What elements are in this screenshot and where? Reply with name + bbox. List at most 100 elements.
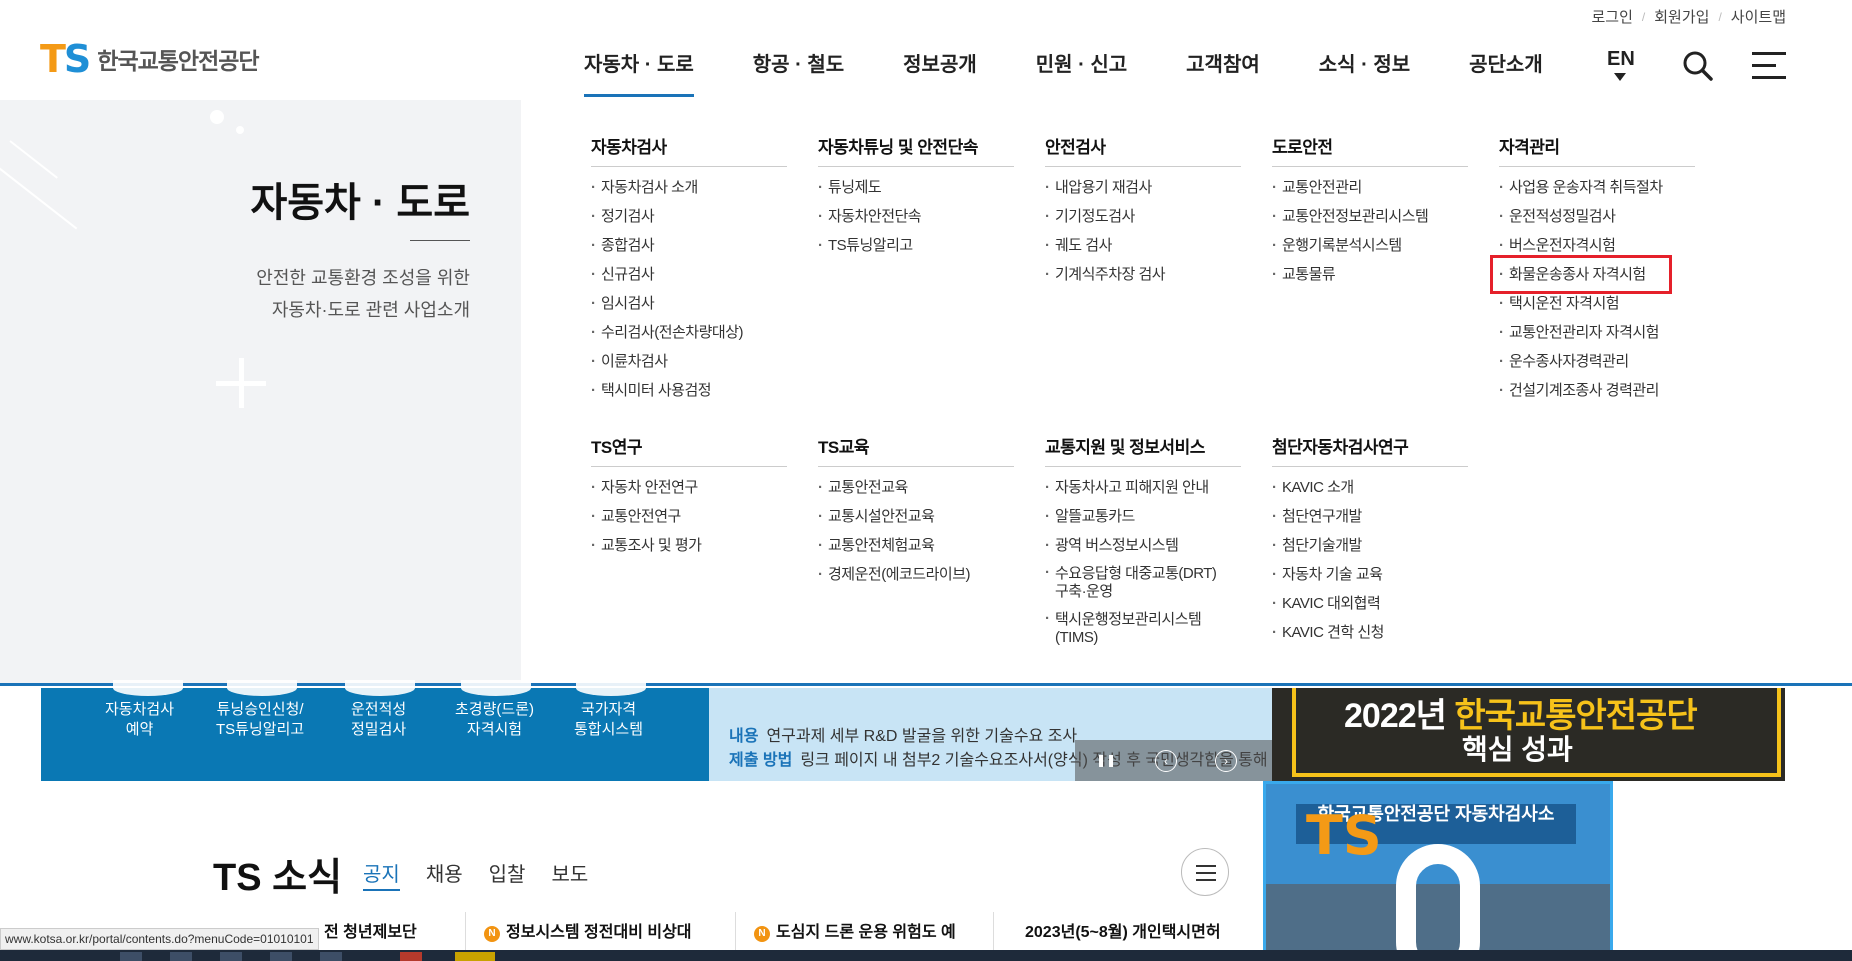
menu-column-heading[interactable]: 안전검사 bbox=[1045, 133, 1241, 167]
tab-recruit[interactable]: 채용 bbox=[426, 858, 463, 891]
news-item[interactable]: N 정보시스템 정전대비 비상대 bbox=[484, 918, 692, 942]
signup-link[interactable]: 회원가입 bbox=[1654, 6, 1709, 27]
menu-item[interactable]: 내압용기 재검사 bbox=[1045, 173, 1241, 202]
menu-column-heading[interactable]: 첨단자동차검사연구 bbox=[1272, 433, 1468, 467]
quick-link-drone-exam[interactable]: 초경량(드론) 자격시험 bbox=[455, 700, 534, 740]
news-tabs: 공지 채용 입찰 보도 bbox=[363, 858, 614, 891]
menu-column-heading[interactable]: 자동차튜닝 및 안전단속 bbox=[818, 133, 1014, 167]
menu-item[interactable]: 건설기계조종사 경력관리 bbox=[1499, 376, 1695, 405]
gnb-item-info-disclosure[interactable]: 정보공개 bbox=[903, 48, 977, 97]
pause-icon[interactable]: ❚❚ bbox=[1095, 750, 1117, 772]
menu-item[interactable]: 자동차 안전연구 bbox=[591, 473, 787, 502]
taskbar-app-icon[interactable] bbox=[270, 952, 292, 961]
menu-item[interactable]: 자동차사고 피해지원 안내 bbox=[1045, 473, 1241, 502]
taskbar-app-icon[interactable] bbox=[220, 952, 242, 961]
menu-item[interactable]: 교통안전관리 bbox=[1272, 173, 1468, 202]
news-item[interactable]: N 도심지 드론 운용 위험도 예 bbox=[754, 918, 956, 942]
promo-photo[interactable]: 한국교통안전공단 자동차검사소 TS bbox=[1263, 781, 1613, 961]
menu-item[interactable]: 운수종사자경력관리 bbox=[1499, 347, 1695, 376]
menu-item[interactable]: 튜닝제도 bbox=[818, 173, 1014, 202]
tab-bid[interactable]: 입찰 bbox=[489, 858, 526, 891]
quick-link-inspection-booking[interactable]: 자동차검사 예약 bbox=[105, 700, 174, 740]
prev-arrow-icon[interactable]: ‹ bbox=[1155, 750, 1177, 772]
menu-item[interactable]: 궤도 검사 bbox=[1045, 231, 1241, 260]
taskbar-app-icon[interactable] bbox=[170, 952, 192, 961]
menu-item[interactable]: 이륜차검사 bbox=[591, 347, 787, 376]
menu-column-heading[interactable]: 자동차검사 bbox=[591, 133, 787, 167]
gnb-item-about[interactable]: 공단소개 bbox=[1469, 48, 1543, 97]
menu-item[interactable]: 운전적성정밀검사 bbox=[1499, 202, 1695, 231]
menu-item[interactable]: 교통시설안전교육 bbox=[818, 502, 1014, 531]
menu-item[interactable]: 운행기록분석시스템 bbox=[1272, 231, 1468, 260]
menu-item[interactable]: 택시미터 사용검정 bbox=[591, 376, 787, 405]
menu-item[interactable]: 첨단연구개발 bbox=[1272, 502, 1468, 531]
tab-notice[interactable]: 공지 bbox=[363, 858, 400, 891]
menu-item[interactable]: 사업용 운송자격 취득절차 bbox=[1499, 173, 1695, 202]
menu-item[interactable]: 종합검사 bbox=[591, 231, 787, 260]
menu-item[interactable]: TS튜닝알리고 bbox=[818, 231, 1014, 260]
menu-item[interactable]: 교통안전정보관리시스템 bbox=[1272, 202, 1468, 231]
next-arrow-icon[interactable]: › bbox=[1215, 750, 1237, 772]
menu-item[interactable]: 버스운전자격시험 bbox=[1499, 231, 1695, 260]
all-menu-button[interactable] bbox=[1752, 52, 1786, 80]
news-item[interactable]: 2023년(5~8월) 개인택시면허 bbox=[1025, 918, 1221, 942]
quick-link-tuning[interactable]: 튜닝승인신청/TS튜닝알리고 bbox=[216, 700, 304, 740]
menu-item-cargo-qualification-highlighted[interactable]: 화물운송종사 자격시험 bbox=[1490, 255, 1672, 294]
menu-item[interactable]: 교통안전체험교육 bbox=[818, 531, 1014, 560]
news-more-button[interactable] bbox=[1181, 848, 1229, 896]
gnb-item-customer[interactable]: 고객참여 bbox=[1186, 48, 1260, 97]
menu-item[interactable]: 첨단기술개발 bbox=[1272, 531, 1468, 560]
mega-menu-title: 자동차 · 도로 bbox=[250, 181, 470, 225]
gnb-item-car-road[interactable]: 자동차 · 도로 bbox=[584, 48, 694, 97]
menu-item[interactable]: 교통조사 및 평가 bbox=[591, 531, 787, 560]
quick-link-aptitude-test[interactable]: 운전적성 정밀검사 bbox=[351, 700, 406, 740]
menu-item[interactable]: 교통물류 bbox=[1272, 260, 1468, 289]
news-item[interactable]: 전 청년제보단 bbox=[324, 918, 417, 942]
menu-item[interactable]: 자동차안전단속 bbox=[818, 202, 1014, 231]
menu-column-heading[interactable]: 자격관리 bbox=[1499, 133, 1695, 167]
menu-item[interactable]: 경제운전(에코드라이브) bbox=[818, 560, 1014, 589]
notice-slider[interactable]: 내용 연구과제 세부 R&D 발굴을 위한 기술수요 조사 제출 방법 링크 페이지… bbox=[709, 688, 1302, 781]
menu-item[interactable]: 수요응답형 대중교통(DRT) 구축·운영 bbox=[1045, 560, 1220, 606]
menu-item[interactable]: KAVIC 대외협력 bbox=[1272, 589, 1468, 618]
menu-item[interactable]: 임시검사 bbox=[591, 289, 787, 318]
menu-item[interactable]: 자동차검사 소개 bbox=[591, 173, 787, 202]
taskbar-app-icon[interactable] bbox=[455, 952, 495, 961]
menu-item[interactable]: 정기검사 bbox=[591, 202, 787, 231]
language-toggle[interactable]: EN bbox=[1607, 48, 1635, 81]
menu-item[interactable]: 수리검사(전손차량대상) bbox=[591, 318, 787, 347]
achievement-banner[interactable]: 2022년 한국교통안전공단 핵심 성과 bbox=[1272, 688, 1785, 781]
menu-item[interactable]: 택시운행정보관리시스템(TIMS) bbox=[1045, 606, 1220, 652]
menu-item[interactable]: 기계식주차장 검사 bbox=[1045, 260, 1241, 289]
menu-item[interactable]: 광역 버스정보시스템 bbox=[1045, 531, 1241, 560]
gnb-item-aviation-rail[interactable]: 항공 · 철도 bbox=[753, 48, 844, 97]
taskbar-app-icon[interactable] bbox=[120, 952, 142, 961]
menu-item[interactable]: 교통안전관리자 자격시험 bbox=[1499, 318, 1695, 347]
gnb-item-news-info[interactable]: 소식 · 정보 bbox=[1319, 48, 1410, 97]
menu-column-heading[interactable]: 교통지원 및 정보서비스 bbox=[1045, 433, 1241, 467]
menu-item[interactable]: 자동차 기술 교육 bbox=[1272, 560, 1468, 589]
gnb-item-civil-report[interactable]: 민원 · 신고 bbox=[1036, 48, 1127, 97]
menu-item[interactable]: 신규검사 bbox=[591, 260, 787, 289]
menu-item[interactable]: 알뜰교통카드 bbox=[1045, 502, 1241, 531]
menu-item[interactable]: 교통안전연구 bbox=[591, 502, 787, 531]
menu-column-heading[interactable]: TS연구 bbox=[591, 433, 787, 467]
search-button[interactable] bbox=[1682, 50, 1714, 82]
taskbar-app-icon[interactable] bbox=[320, 952, 342, 961]
login-link[interactable]: 로그인 bbox=[1592, 6, 1633, 27]
tab-press[interactable]: 보도 bbox=[551, 858, 588, 891]
taskbar-app-icon[interactable] bbox=[400, 952, 422, 961]
news-section-title: TS 소식 bbox=[213, 857, 343, 899]
quick-link-national-qualification[interactable]: 국가자격 통합시스템 bbox=[574, 700, 643, 740]
menu-item[interactable]: 기기정도검사 bbox=[1045, 202, 1241, 231]
menu-item[interactable]: KAVIC 견학 신청 bbox=[1272, 618, 1468, 647]
menu-column-heading[interactable]: TS교육 bbox=[818, 433, 1014, 467]
menu-item[interactable]: KAVIC 소개 bbox=[1272, 473, 1468, 502]
menu-column-heading[interactable]: 도로안전 bbox=[1272, 133, 1468, 167]
site-logo[interactable]: TS 한국교통안전공단 bbox=[40, 40, 260, 78]
sitemap-link[interactable]: 사이트맵 bbox=[1731, 6, 1786, 27]
menu-column-ts-research: TS연구 자동차 안전연구 교통안전연구 교통조사 및 평가 bbox=[591, 433, 787, 560]
menu-item[interactable]: 택시운전 자격시험 bbox=[1499, 289, 1695, 318]
menu-item[interactable]: 교통안전교육 bbox=[818, 473, 1014, 502]
main-navigation: 자동차 · 도로 항공 · 철도 정보공개 민원 · 신고 고객참여 소식 · … bbox=[584, 48, 1602, 97]
